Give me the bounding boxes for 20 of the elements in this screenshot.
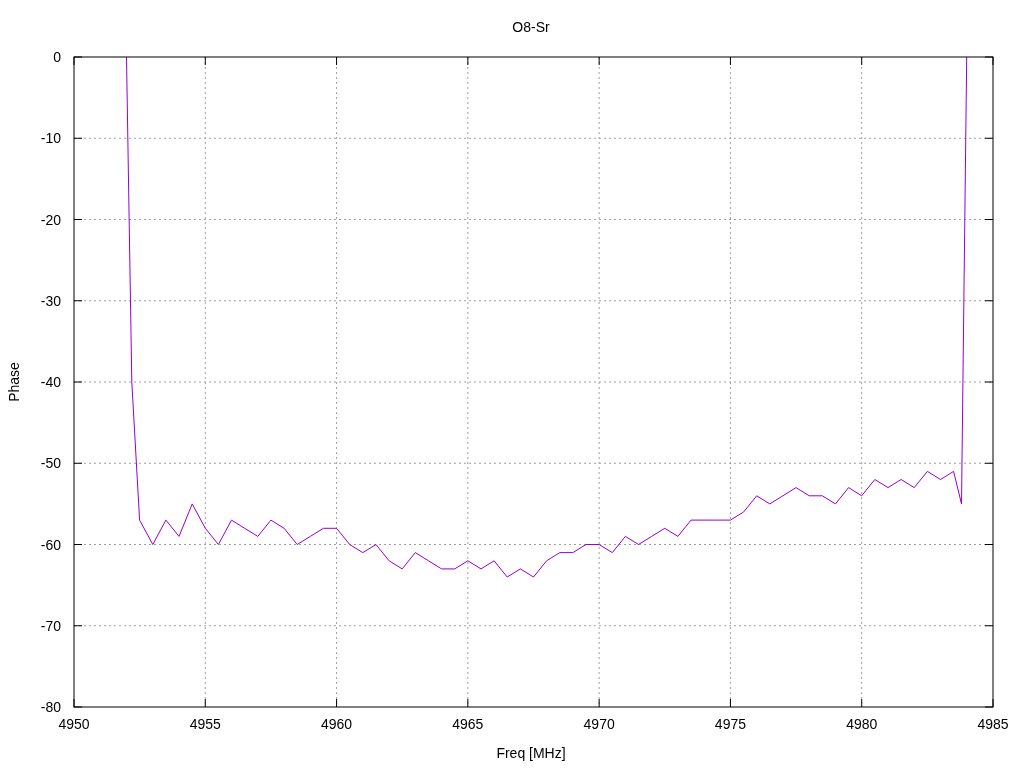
x-tick-label: 4960 <box>321 716 353 732</box>
y-tick-label: -20 <box>40 211 61 228</box>
y-tick-label: -80 <box>40 699 61 715</box>
x-tick-label: 4985 <box>977 716 1009 732</box>
x-tick-label: 4970 <box>583 716 615 732</box>
y-tick-label: 0 <box>53 49 61 65</box>
x-tick-label: 4955 <box>189 716 221 732</box>
y-tick-label: -40 <box>40 374 61 390</box>
y-tick-label: -10 <box>40 130 61 147</box>
chart-title: O8-Sr <box>512 19 550 35</box>
x-tick-label: 4975 <box>714 716 746 732</box>
y-tick-label: -60 <box>40 536 61 553</box>
x-tick-label: 4980 <box>846 716 878 732</box>
y-tick-label: -50 <box>40 455 61 472</box>
x-axis-label: Freq [MHz] <box>496 745 566 761</box>
y-axis-label: Phase <box>6 362 22 402</box>
x-tick-label: 4950 <box>58 716 90 732</box>
y-tick-label: -70 <box>40 617 61 634</box>
x-tick-label: 4965 <box>452 716 484 732</box>
y-tick-label: -30 <box>40 292 61 309</box>
